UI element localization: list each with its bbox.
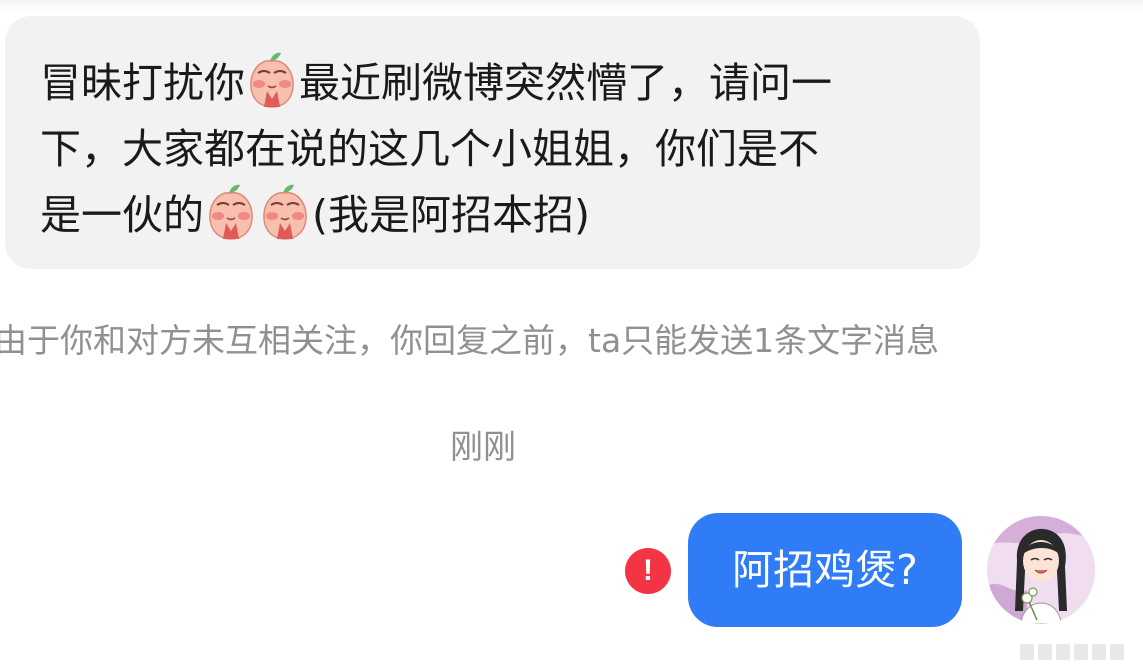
outgoing-message-bubble[interactable]: 阿招鸡煲? [688,513,962,627]
follow-restriction-notice: 由于你和对方未互相关注，你回复之前，ta只能发送1条文字消息 [0,321,940,360]
avatar-illustration [987,516,1095,624]
message-line-1: 冒昧打扰你 最近刷微博突然懵了，请问一 [40,50,958,116]
message-text: 是一伙的 [40,191,204,239]
incoming-message-bubble[interactable]: 冒昧打扰你 最近刷微博突然懵了，请问一 下，大家都在说的这几个小姐姐，你们是不 是… [5,16,980,269]
message-line-2: 下，大家都在说的这几个小姐姐，你们是不 [40,125,819,173]
message-text: 冒昧打扰你 [40,59,245,107]
message-text: (我是阿招本招) [312,191,590,239]
peach-blush-emoji-icon [263,184,307,240]
message-line-3: 是一伙的 (我是阿招本招) [40,182,958,248]
message-timestamp: 刚刚 [450,427,516,466]
peach-blush-emoji-icon [209,184,253,240]
message-text: 最近刷微博突然懵了，请问一 [299,59,832,107]
watermark-logo-icon [1020,644,1124,660]
send-failed-icon[interactable]: ! [625,548,671,594]
peach-blush-emoji-icon [250,52,294,108]
top-edge-shadow [0,0,1143,12]
user-avatar[interactable] [987,516,1095,624]
